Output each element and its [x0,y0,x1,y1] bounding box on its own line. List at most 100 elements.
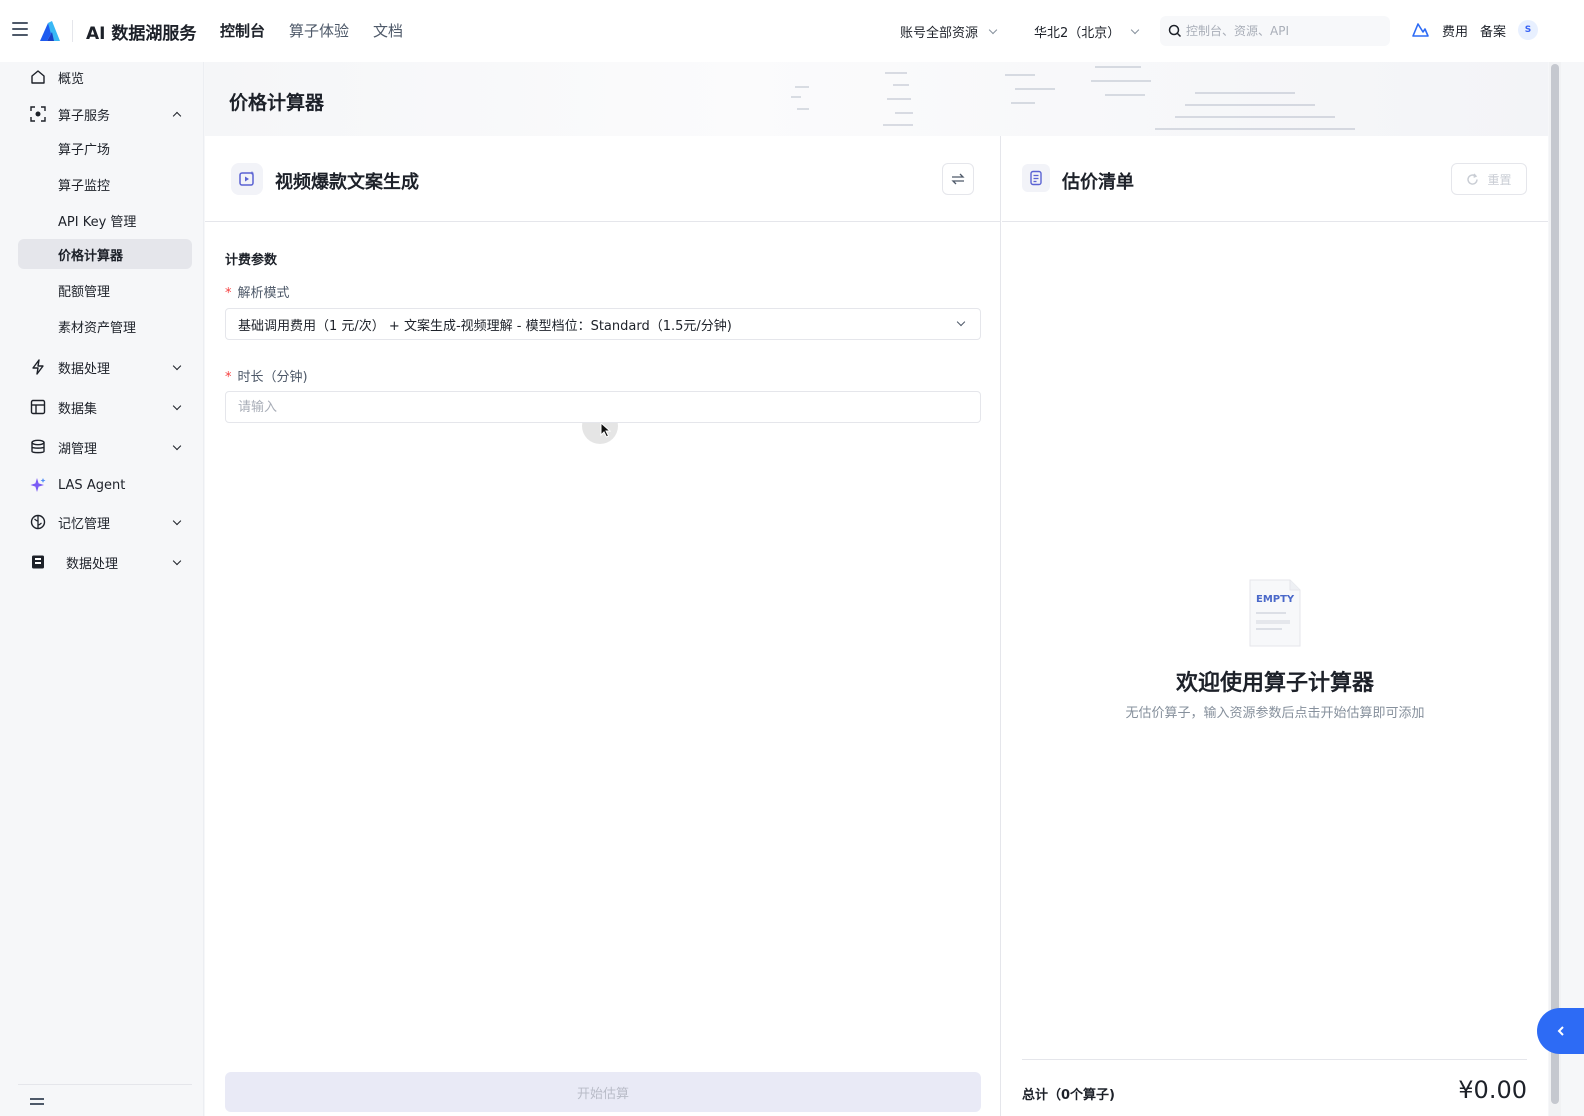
empty-title: 欢迎使用算子计算器 [1175,671,1374,696]
sidebar: 概览 算子服务 算子广场 算子监控 API Key 管理 价格计算器 配额管理 … [0,62,204,1116]
sidebar-item-api-key[interactable]: API Key 管理 [18,205,192,235]
sidebar-item-label: 算子监控 [58,178,111,194]
chevron-up-icon [172,111,182,121]
mouse-pointer-icon [600,422,611,438]
switch-operator-button[interactable] [942,163,974,195]
empty-state-icon: EMPTY [1249,579,1301,647]
duration-field-label: * 时长（分钟) [225,366,308,385]
sidebar-item-data-processing[interactable]: 数据处理 [18,352,192,382]
brain-icon [30,514,46,530]
fee-link[interactable]: 费用 [1442,21,1468,40]
page-title: 价格计算器 [229,92,325,114]
search-input[interactable] [1186,24,1376,38]
expand-panel-button[interactable] [1537,1008,1584,1054]
sidebar-item-label: 湖管理 [58,441,98,457]
top-bar: AI 数据湖服务 控制台 算子体验 文档 账号全部资源 华北2（北京） 费用 备… [0,0,1584,62]
duration-label-text: 时长（分钟) [237,370,308,385]
hamburger-menu-icon[interactable] [12,22,28,36]
page-header: 价格计算器 [205,62,1548,136]
mode-field-label: * 解析模式 [225,282,290,301]
estimate-title: 估价清单 [1062,172,1134,193]
required-mark: * [225,286,232,301]
nav-operator-experience[interactable]: 算子体验 [289,20,349,41]
sidebar-item-label: 数据处理 [66,556,119,572]
header-decoration [791,66,1355,130]
lightning-icon [30,359,46,375]
reset-button[interactable]: 重置 [1451,163,1527,195]
divider [72,20,73,42]
video-icon [231,163,263,195]
sidebar-item-operator-service[interactable]: 算子服务 [18,99,192,129]
mode-label-text: 解析模式 [237,286,290,301]
account-select-value: 账号全部资源 [900,25,979,41]
sidebar-item-label: 记忆管理 [58,516,111,532]
sidebar-item-las-agent[interactable]: LAS Agent [18,470,192,500]
record-link[interactable]: 备案 [1480,21,1506,40]
sidebar-item-price-calculator[interactable]: 价格计算器 [18,239,192,269]
region-select-value: 华北2（北京） [1034,25,1121,41]
sidebar-item-operator-square[interactable]: 算子广场 [18,133,192,163]
mode-select-value: 基础调用费用（1 元/次） + 文案生成-视频理解 - 模型档位：Standar… [238,318,732,334]
operator-icon [30,106,46,122]
sidebar-item-label: 价格计算器 [58,248,124,264]
required-mark: * [225,370,232,385]
empty-description: 无估价算子，输入资源参数后点击开始估算即可添加 [1125,706,1425,721]
table-icon [30,399,46,415]
collapse-sidebar-icon[interactable] [30,1098,44,1100]
divider [1022,1059,1527,1060]
sidebar-item-label: 素材资产管理 [58,320,137,336]
home-icon [30,69,46,85]
logo-icon [40,21,60,41]
cloud-notice-icon[interactable] [1410,21,1430,39]
notebook-icon [30,554,46,570]
page-scrollbar[interactable] [1549,62,1561,1116]
sidebar-item-quota[interactable]: 配额管理 [18,275,192,305]
nav-docs[interactable]: 文档 [373,20,403,41]
sidebar-item-label: API Key 管理 [58,214,137,230]
chevron-down-icon [956,317,966,327]
chevron-down-icon [172,401,182,411]
sidebar-item-label: 算子广场 [58,142,111,158]
sidebar-item-label: LAS Agent [58,477,126,493]
sidebar-item-data-processing-2[interactable]: 数据处理 [18,547,192,577]
search-icon [1168,24,1182,38]
swap-icon [951,173,965,185]
sidebar-item-memory[interactable]: 记忆管理 [18,507,192,537]
nav-console[interactable]: 控制台 [220,20,265,41]
database-icon [30,439,46,455]
region-select[interactable]: 华北2（北京） [1022,14,1151,48]
sidebar-item-dataset[interactable]: 数据集 [18,392,192,422]
chevron-down-icon [172,556,182,566]
sidebar-item-label: 算子服务 [58,108,111,124]
main-content: 价格计算器 视频爆款文案生成 计费参数 * 解析模式 基础调用费用（1 元/次）… [205,62,1548,1116]
chevron-down-icon [172,361,182,371]
avatar[interactable]: S [1518,20,1539,40]
empty-badge: EMPTY [1256,594,1295,605]
chevron-left-icon [1557,1026,1564,1036]
top-nav: 控制台 算子体验 文档 [220,20,403,41]
refresh-icon [1467,173,1479,185]
account-select[interactable]: 账号全部资源 [888,14,1009,48]
sidebar-item-label: 概览 [58,71,85,87]
estimate-panel: 估价清单 重置 EMPTY 欢迎使用算子计算器 无估价算子，输入资源参数后点击开… [1002,136,1548,1116]
section-label: 计费参数 [225,253,278,268]
chevron-down-icon [988,25,998,34]
calculator-panel: 视频爆款文案生成 计费参数 * 解析模式 基础调用费用（1 元/次） + 文案生成… [205,136,1001,1116]
duration-input[interactable] [225,391,981,423]
scrollbar-thumb[interactable] [1551,64,1559,1104]
chevron-down-icon [172,441,182,451]
estimate-panel-header: 估价清单 重置 [1002,136,1548,222]
sparkle-icon [30,477,46,493]
sidebar-item-label: 数据集 [58,401,98,417]
sidebar-item-assets[interactable]: 素材资产管理 [18,311,192,341]
chevron-down-icon [172,516,182,526]
sidebar-item-overview[interactable]: 概览 [18,62,192,92]
global-search [1160,16,1390,46]
start-estimate-button[interactable]: 开始估算 [225,1072,981,1112]
chevron-down-icon [1131,25,1140,34]
topbar-right: 费用 备案 S [1410,20,1539,40]
mode-select[interactable]: 基础调用费用（1 元/次） + 文案生成-视频理解 - 模型档位：Standar… [225,308,981,340]
sidebar-item-operator-monitor[interactable]: 算子监控 [18,169,192,199]
sidebar-item-lake-management[interactable]: 湖管理 [18,432,192,462]
total-label: 总计（0个算子) [1022,1088,1115,1103]
